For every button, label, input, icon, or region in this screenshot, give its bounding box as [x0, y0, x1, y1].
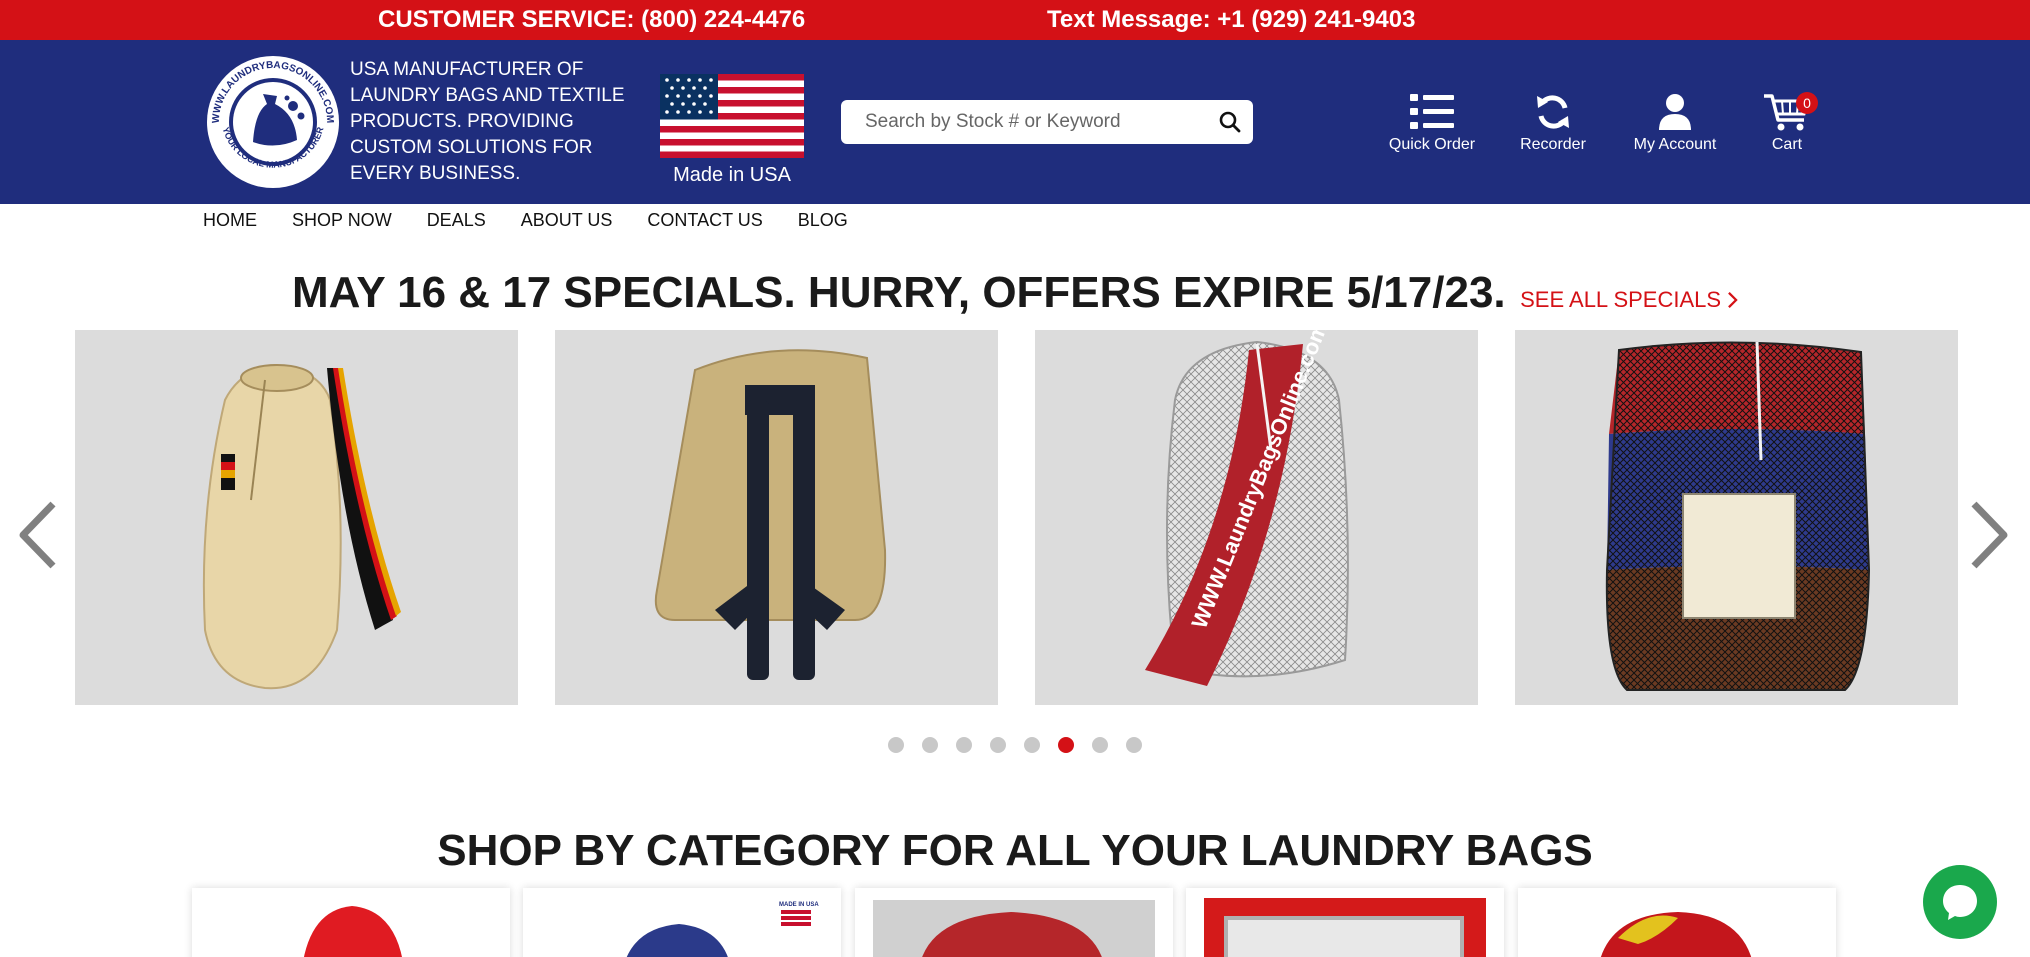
text-message-number[interactable]: Text Message: +1 (929) 241-9403: [1047, 6, 1415, 34]
chat-bubble-icon: [1943, 885, 1977, 920]
carousel-dot[interactable]: [990, 737, 1006, 753]
carousel-dot[interactable]: [1058, 737, 1074, 753]
carousel-dot[interactable]: [1092, 737, 1108, 753]
carousel-dot[interactable]: [922, 737, 938, 753]
user-icon: [1659, 94, 1691, 130]
customer-service-phone[interactable]: CUSTOMER SERVICE: (800) 224-4476: [378, 6, 805, 34]
usa-badge-icon: [781, 910, 811, 926]
see-all-specials-link[interactable]: SEE ALL SPECIALS: [1520, 287, 1738, 312]
nav-contact-us[interactable]: CONTACT US: [647, 210, 762, 234]
site-header: WWW.LAUNDRYBAGSONLINE.COM YOUR LOCAL MAN…: [0, 40, 2030, 204]
category-card[interactable]: [1186, 888, 1504, 957]
carousel-slide[interactable]: [555, 330, 998, 705]
recorder-label: Recorder: [1520, 136, 1586, 153]
carousel-next-arrow-icon[interactable]: [1970, 500, 2010, 570]
site-logo[interactable]: WWW.LAUNDRYBAGSONLINE.COM YOUR LOCAL MAN…: [205, 54, 341, 190]
nav-blog[interactable]: BLOG: [798, 210, 848, 234]
carousel-dot[interactable]: [956, 737, 972, 753]
chevron-right-icon: [1728, 292, 1738, 308]
cart-button[interactable]: 0 Cart: [1722, 92, 1852, 154]
category-card[interactable]: [192, 888, 510, 957]
usa-flag-icon: [660, 74, 804, 158]
nav-about-us[interactable]: ABOUT US: [521, 210, 613, 234]
carousel-slide[interactable]: [1515, 330, 1958, 705]
top-bar: CUSTOMER SERVICE: (800) 224-4476 Text Me…: [0, 0, 2030, 40]
nav-home[interactable]: HOME: [203, 210, 257, 234]
canvas-duffel-bag-image: [202, 363, 401, 690]
made-in-usa-badge-label: MADE IN USA: [779, 902, 819, 908]
my-account-button[interactable]: My Account: [1610, 92, 1740, 154]
category-card[interactable]: [855, 888, 1173, 957]
red-laundry-bag-thumbnail: [303, 906, 403, 957]
cart-label: Cart: [1771, 136, 1803, 153]
khaki-backpack-image: [654, 349, 887, 680]
yellow-red-bag-thumbnail: [1600, 912, 1752, 957]
see-all-specials-label: SEE ALL SPECIALS: [1520, 287, 1722, 312]
carousel-dots: [0, 737, 2030, 753]
refresh-icon: [1537, 95, 1569, 129]
clear-pocket-bag-thumbnail: [1204, 898, 1486, 957]
carousel-slide[interactable]: [75, 330, 518, 705]
recorder-button[interactable]: Recorder: [1488, 92, 1618, 154]
company-tagline: USA MANUFACTURER OF LAUNDRY BAGS AND TEX…: [350, 59, 625, 184]
multicolor-mesh-bag-image: [1605, 341, 1871, 691]
category-card[interactable]: MADE IN USA: [523, 888, 841, 957]
main-nav: HOME SHOP NOW DEALS ABOUT US CONTACT US …: [203, 210, 848, 234]
cart-count-badge: 0: [1796, 92, 1818, 114]
promo-title: MAY 16 & 17 SPECIALS. HURRY, OFFERS EXPI…: [291, 268, 1506, 317]
carousel-prev-arrow-icon[interactable]: [17, 500, 57, 570]
blue-mesh-bag-thumbnail: MADE IN USA: [626, 902, 819, 957]
carousel-dot[interactable]: [1024, 737, 1040, 753]
quick-order-button[interactable]: Quick Order: [1367, 92, 1497, 154]
my-account-label: My Account: [1633, 136, 1717, 153]
mesh-bag-red-strap-image: WWW.LaundryBagsOnline.com: [1145, 330, 1349, 686]
made-in-usa-label: Made in USA: [673, 164, 791, 186]
quick-order-label: Quick Order: [1388, 136, 1476, 153]
nav-deals[interactable]: DEALS: [427, 210, 486, 234]
promo-heading: MAY 16 & 17 SPECIALS. HURRY, OFFERS EXPI…: [0, 268, 2030, 318]
search-icon[interactable]: [1217, 109, 1243, 135]
category-card[interactable]: [1518, 888, 1836, 957]
carousel-dot[interactable]: [1126, 737, 1142, 753]
multicolor-bag-thumbnail: [873, 900, 1155, 957]
carousel-dot[interactable]: [888, 737, 904, 753]
chat-widget-button[interactable]: [1923, 865, 1997, 939]
category-section-title: SHOP BY CATEGORY FOR ALL YOUR LAUNDRY BA…: [437, 826, 1593, 875]
carousel-slide[interactable]: WWW.LaundryBagsOnline.com: [1035, 330, 1478, 705]
nav-shop-now[interactable]: SHOP NOW: [292, 210, 392, 234]
list-icon: [1410, 94, 1454, 129]
search-input[interactable]: [841, 100, 1201, 144]
search-box: [841, 100, 1253, 144]
